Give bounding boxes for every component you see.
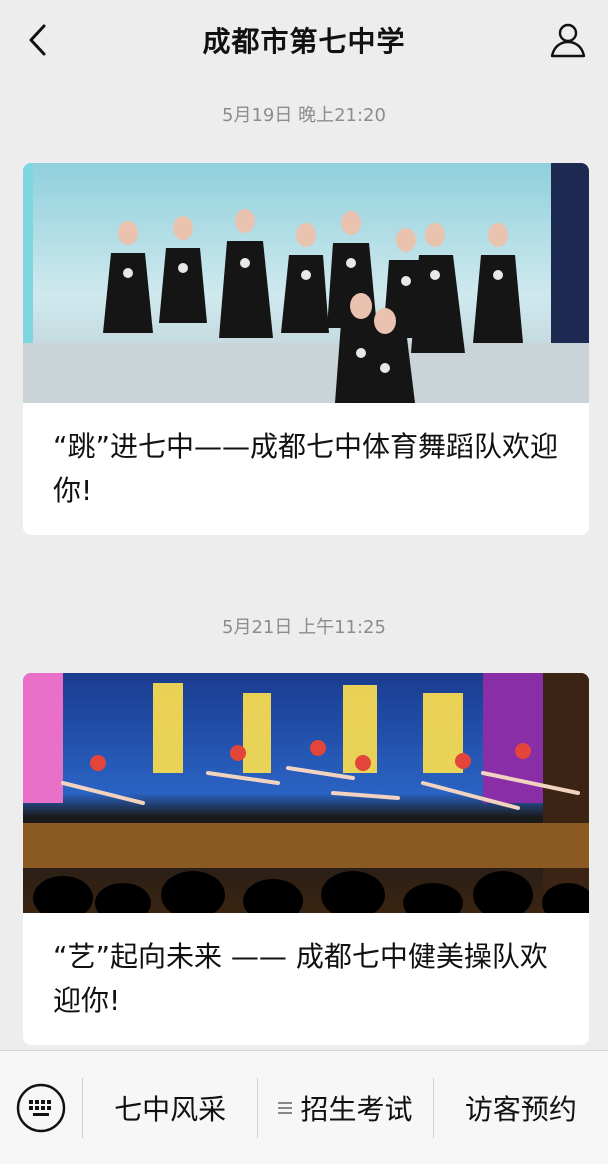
menu-item-label: 招生考试 [300,1092,413,1126]
keyboard-icon [16,1083,66,1132]
chevron-left-icon [29,24,46,56]
back-button[interactable] [18,20,58,60]
article-card[interactable]: “艺”起向未来 —— 成都七中健美操队欢迎你! [23,673,589,1045]
menu-item-label: 访客预约 [464,1092,577,1126]
menu-icon [278,1100,293,1116]
menu-item-visitor-booking[interactable]: 访客预约 [434,1051,608,1164]
article-title: “跳”进七中——成都七中体育舞蹈队欢迎你! [53,430,559,507]
top-bar: 成都市第七中学 [0,0,608,80]
keyboard-toggle-button[interactable] [0,1051,82,1164]
article-card[interactable]: “跳”进七中——成都七中体育舞蹈队欢迎你! [23,163,589,535]
article-title: “艺”起向未来 —— 成都七中健美操队欢迎你! [53,940,548,1017]
page-title: 成都市第七中学 [202,25,406,58]
message-timestamp: 5月19日 晚上21:20 [222,105,386,126]
menu-item-label: 七中风采 [114,1092,227,1126]
profile-button[interactable] [546,18,590,62]
message-timestamp: 5月21日 上午11:25 [222,617,386,638]
menu-item-school-style[interactable]: 七中风采 [83,1051,257,1164]
menu-item-admissions[interactable]: 招生考试 [258,1051,432,1164]
article-thumbnail [23,163,589,403]
bottom-menu-bar: 七中风采 招生考试 访客预约 [0,1050,608,1164]
user-icon [550,23,586,58]
article-thumbnail [23,673,589,913]
